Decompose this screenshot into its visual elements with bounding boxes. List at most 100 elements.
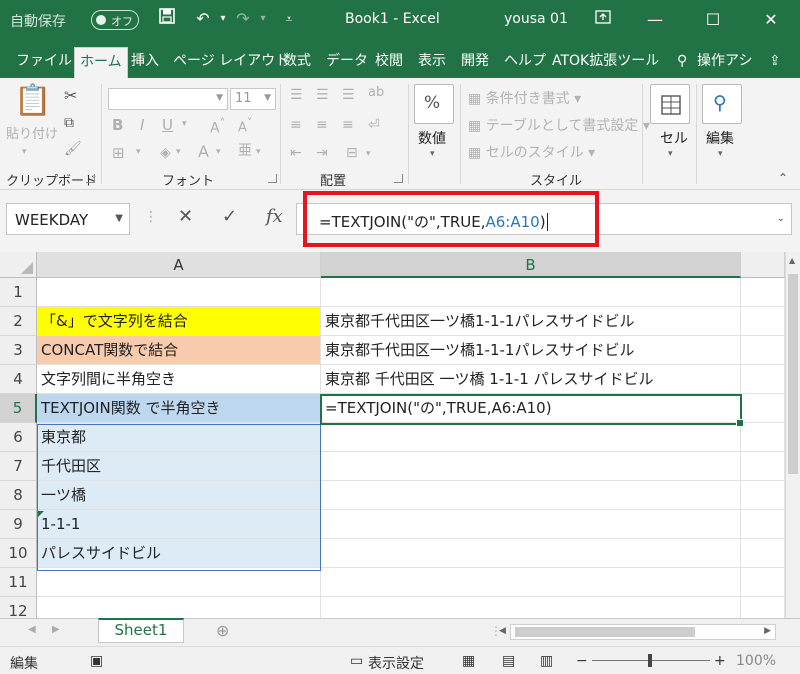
cells-dropdown-icon[interactable]: ▾ [668, 150, 673, 159]
decrease-indent-icon[interactable]: ⇤ [290, 146, 302, 160]
borders-icon[interactable]: ⊞ [112, 146, 125, 161]
cell-b2[interactable]: 東京都千代田区一ツ橋1-1-1パレスサイドビル [321, 307, 741, 336]
cell-b10[interactable] [321, 539, 741, 568]
merge-dropdown-icon[interactable]: ▾ [366, 150, 371, 159]
cell-b1[interactable] [321, 278, 741, 307]
cell-a4[interactable]: 文字列間に半角空き [37, 365, 321, 394]
cell-c6[interactable] [741, 423, 785, 452]
scroll-up-icon[interactable]: ▲ [789, 256, 795, 265]
horizontal-scroll-thumb[interactable] [515, 627, 695, 637]
row-header[interactable]: 4 [0, 365, 37, 394]
display-settings-label[interactable]: 表示設定 [368, 653, 424, 673]
row-header[interactable]: 5 [0, 394, 37, 423]
search-icon[interactable]: ⚲ [672, 47, 692, 78]
number-dropdown-icon[interactable]: ▾ [430, 150, 435, 159]
align-middle-icon[interactable]: ☰ [316, 88, 329, 102]
cell-a1[interactable] [37, 278, 321, 307]
collapse-ribbon-icon[interactable]: ⌃ [778, 172, 788, 184]
cell-c2[interactable] [741, 307, 785, 336]
zoom-slider-thumb[interactable] [648, 654, 652, 667]
cell-b7[interactable] [321, 452, 741, 481]
cell-c11[interactable] [741, 568, 785, 597]
cell-a11[interactable] [37, 568, 321, 597]
undo-icon[interactable]: ↶ [192, 8, 214, 30]
select-all-corner[interactable] [0, 252, 37, 278]
zoom-in-icon[interactable]: + [714, 653, 726, 669]
alignment-launcher-icon[interactable] [394, 174, 403, 183]
user-name[interactable]: yousa 01 [504, 11, 568, 27]
ribbon-display-options-icon[interactable] [592, 8, 614, 30]
cell-b4[interactable]: 東京都 千代田区 一ツ橋 1-1-1 パレスサイドビル [321, 365, 741, 394]
tab-insert[interactable]: 挿入 [126, 47, 164, 78]
align-top-icon[interactable]: ☰ [290, 88, 303, 102]
close-icon[interactable]: ✕ [748, 0, 794, 40]
row-header[interactable]: 2 [0, 307, 37, 336]
number-format-button[interactable]: % [414, 84, 454, 124]
display-settings-icon[interactable]: ▭ [350, 653, 363, 669]
scroll-right-icon[interactable]: ▶ [764, 626, 771, 636]
row-header[interactable]: 12 [0, 597, 37, 618]
fill-color-icon[interactable]: ◈ [160, 146, 171, 160]
align-left-icon[interactable]: ≡ [290, 118, 302, 132]
font-launcher-icon[interactable] [268, 174, 277, 183]
tab-file[interactable]: ファイル [11, 47, 77, 78]
page-layout-view-icon[interactable]: ▤ [502, 653, 515, 669]
font-color-dropdown-icon[interactable]: ▾ [216, 148, 221, 157]
autosave-toggle[interactable]: オフ [91, 10, 139, 30]
underline-icon[interactable]: U [162, 118, 173, 133]
tab-atok[interactable]: ATOK拡張ツール [547, 47, 664, 78]
minimize-icon[interactable]: — [632, 0, 678, 40]
row-header[interactable]: 11 [0, 568, 37, 597]
align-bottom-icon[interactable]: ☰ [342, 88, 355, 102]
tab-home[interactable]: ホーム [74, 47, 128, 78]
cell-c8[interactable] [741, 481, 785, 510]
tab-page-layout[interactable]: ページ レイアウト [168, 47, 294, 78]
column-header-b[interactable]: B [321, 252, 741, 278]
sheet-tab-sheet1[interactable]: Sheet1 [98, 618, 184, 643]
cell-b12[interactable] [321, 597, 741, 618]
font-color-icon[interactable]: A [198, 144, 209, 160]
merge-center-icon[interactable]: ⊟ [346, 146, 358, 160]
phonetic-icon[interactable]: 亜 [238, 144, 252, 158]
zoom-level[interactable]: 100% [736, 653, 776, 669]
copy-icon[interactable]: ⧉ [64, 116, 74, 130]
wrap-text-icon[interactable]: ⏎ [368, 118, 380, 132]
cancel-icon[interactable]: ✕ [178, 206, 193, 227]
undo-dropdown-icon[interactable]: ▾ [212, 8, 234, 30]
prev-sheet-icon[interactable]: ◀ [28, 624, 36, 635]
cell-c1[interactable] [741, 278, 785, 307]
align-center-icon[interactable]: ≡ [316, 118, 328, 132]
format-painter-icon[interactable]: 🖌 [64, 142, 82, 156]
cell-c5[interactable] [741, 394, 785, 423]
next-sheet-icon[interactable]: ▶ [52, 624, 60, 635]
save-icon[interactable] [156, 8, 178, 30]
fill-color-dropdown-icon[interactable]: ▾ [176, 148, 181, 157]
cells-label[interactable]: セル [660, 128, 688, 148]
cell-a3[interactable]: CONCAT関数で結合 [37, 336, 321, 365]
font-size-input[interactable]: 11 ▼ [230, 88, 276, 110]
share-icon[interactable]: ⇪ [764, 47, 786, 78]
redo-icon[interactable]: ↷ [232, 8, 254, 30]
normal-view-icon[interactable]: ▦ [462, 653, 475, 669]
page-break-view-icon[interactable]: ▥ [540, 653, 553, 669]
insert-function-icon[interactable]: fx [266, 206, 283, 227]
tab-help[interactable]: ヘルプ [499, 47, 551, 78]
enter-icon[interactable]: ✓ [222, 206, 237, 227]
cell-b8[interactable] [321, 481, 741, 510]
tab-formulas[interactable]: 数式 [278, 47, 316, 78]
cell-styles-button[interactable]: ▦ セルのスタイル ▾ [468, 142, 595, 162]
vertical-scroll-thumb[interactable] [788, 274, 798, 474]
expand-formula-icon[interactable]: ⌄ [777, 213, 785, 224]
redo-dropdown-icon[interactable]: ▾ [252, 8, 274, 30]
cell-a12[interactable] [37, 597, 321, 618]
format-as-table-button[interactable]: ▦ テーブルとして書式設定 ▾ [468, 115, 650, 135]
decrease-font-icon[interactable]: A˅ [238, 117, 252, 134]
tab-review[interactable]: 校閲 [370, 47, 408, 78]
column-header-a[interactable]: A [37, 252, 321, 278]
align-right-icon[interactable]: ≡ [342, 118, 354, 132]
row-header[interactable]: 1 [0, 278, 37, 307]
name-box[interactable]: WEEKDAY ▼ [6, 203, 130, 235]
cell-b11[interactable] [321, 568, 741, 597]
paste-dropdown-icon[interactable]: ▾ [22, 148, 27, 157]
row-header[interactable]: 7 [0, 452, 37, 481]
